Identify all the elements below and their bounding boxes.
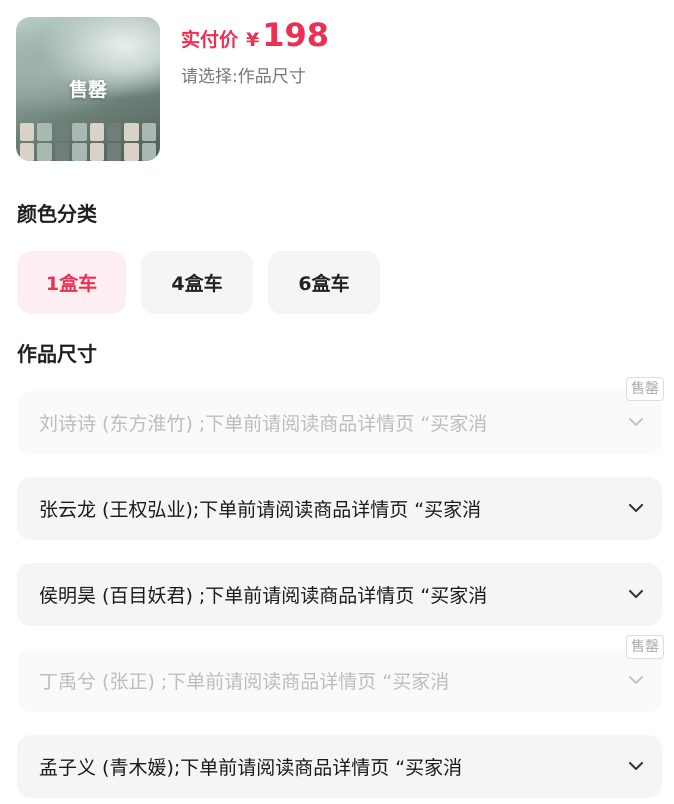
size-option-label: 侯明昊 (百目妖君) ;下单前请阅读商品详情页 “买家消 bbox=[39, 585, 488, 607]
size-section-title: 作品尺寸 bbox=[17, 342, 97, 366]
color-option-4box[interactable]: 4盒车 bbox=[141, 251, 253, 314]
thumb-strip-row-2 bbox=[20, 143, 156, 161]
select-hint: 请选择:作品尺寸 bbox=[181, 67, 306, 87]
color-section-title: 颜色分类 bbox=[17, 202, 97, 226]
price-value: 198 bbox=[262, 16, 330, 54]
sold-out-badge: 售罄 bbox=[68, 79, 107, 101]
size-option-label: 丁禹兮 (张正) ;下单前请阅读商品详情页 “买家消 bbox=[39, 671, 450, 693]
currency-symbol: ¥ bbox=[246, 29, 260, 51]
color-option-6box[interactable]: 6盒车 bbox=[268, 251, 380, 314]
size-option-meng-ziyi[interactable]: 孟子义 (青木媛);下单前请阅读商品详情页 “买家消 bbox=[17, 735, 662, 798]
chevron-down-icon bbox=[628, 501, 644, 517]
size-option-label: 孟子义 (青木媛);下单前请阅读商品详情页 “买家消 bbox=[39, 757, 463, 779]
price-row: 实付价 ¥ 198 bbox=[181, 16, 329, 56]
price-label: 实付价 bbox=[181, 29, 239, 51]
color-options: 1盒车 4盒车 6盒车 bbox=[17, 251, 380, 314]
thumb-strip-row-1 bbox=[20, 123, 156, 141]
size-option-label: 张云龙 (王权弘业);下单前请阅读商品详情页 “买家消 bbox=[39, 499, 482, 521]
sold-out-tag: 售罄 bbox=[626, 377, 664, 401]
size-option-ding-yuxi[interactable]: 丁禹兮 (张正) ;下单前请阅读商品详情页 “买家消 售罄 bbox=[17, 635, 664, 712]
chevron-down-icon bbox=[628, 415, 644, 431]
size-option-zhang-yunlong[interactable]: 张云龙 (王权弘业);下单前请阅读商品详情页 “买家消 bbox=[17, 477, 662, 540]
size-option-hou-minghao[interactable]: 侯明昊 (百目妖君) ;下单前请阅读商品详情页 “买家消 bbox=[17, 563, 662, 626]
size-option-liu-shishi[interactable]: 刘诗诗 (东方淮竹) ;下单前请阅读商品详情页 “买家消 售罄 bbox=[17, 377, 664, 454]
chevron-down-icon bbox=[628, 759, 644, 775]
chevron-down-icon bbox=[628, 673, 644, 689]
product-thumbnail[interactable]: 售罄 bbox=[16, 17, 160, 161]
size-option-label: 刘诗诗 (东方淮竹) ;下单前请阅读商品详情页 “买家消 bbox=[39, 413, 488, 435]
chevron-down-icon bbox=[628, 587, 644, 603]
color-option-1box[interactable]: 1盒车 bbox=[17, 251, 126, 314]
sold-out-tag: 售罄 bbox=[626, 635, 664, 659]
